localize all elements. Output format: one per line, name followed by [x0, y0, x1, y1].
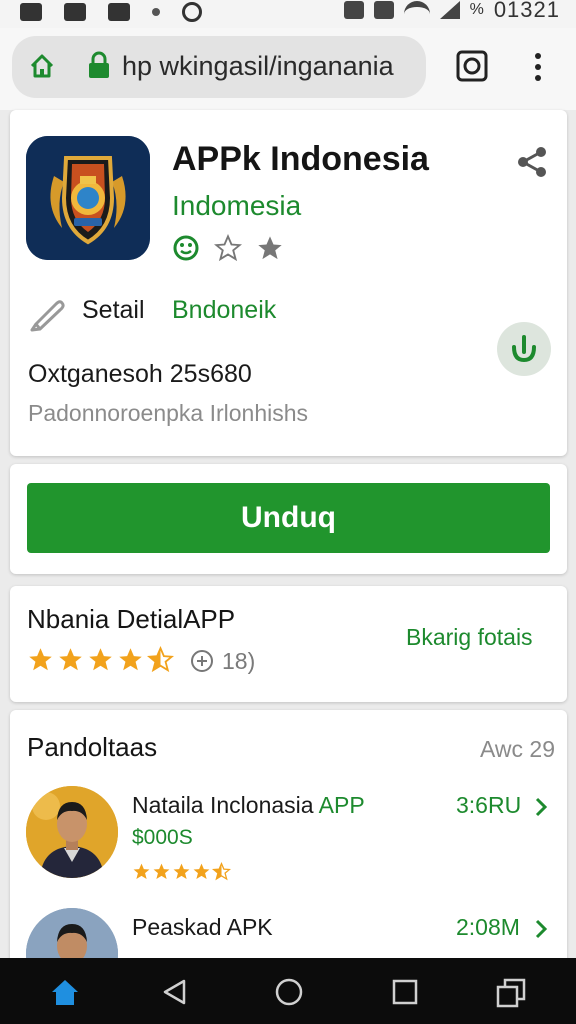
recommendations-card: Pandoltaas Awc 29 Nataila Inclonasia APP… [10, 710, 567, 1000]
avatar [26, 786, 118, 878]
star-half-icon [147, 646, 174, 673]
url-text[interactable]: hp wkingasil/inganania [122, 51, 394, 82]
download-card: Unduq [10, 464, 567, 574]
app-title: APPk Indonesia [172, 140, 429, 178]
chevron-right-icon[interactable] [533, 796, 549, 818]
list-item-size: 2:08M [456, 914, 520, 940]
url-bar[interactable]: hp wkingasil/inganania [12, 36, 426, 98]
status-time: 01321 [493, 0, 560, 22]
detail-label: Setail [82, 296, 145, 324]
list-item-name-text: Nataila Inclonasia [132, 792, 314, 818]
star-icon [153, 863, 170, 880]
notification-icon [20, 3, 42, 21]
signal-icon [439, 1, 460, 19]
detail-value[interactable]: Bndoneik [172, 296, 276, 325]
app-description: Padonnoroenpka Irlonhishs [28, 400, 309, 426]
download-badge-icon [512, 335, 536, 363]
star-icon [133, 863, 150, 880]
list-item-sub: $000S [132, 826, 193, 849]
user-count-icon [191, 650, 213, 672]
smile-icon [173, 235, 199, 261]
notification-icon [64, 3, 86, 21]
mute-icon [373, 1, 394, 19]
star-icon [173, 863, 190, 880]
switch-icon[interactable] [496, 978, 526, 1008]
list-item-size: 3:6RU [456, 792, 522, 818]
star-icon [193, 863, 210, 880]
star-grey-icon [258, 236, 282, 260]
details-rating-stars [27, 646, 174, 673]
star-icon [89, 648, 112, 671]
details-title: Nbania DetialAPP [27, 604, 236, 634]
download-button[interactable]: Unduq [27, 483, 550, 553]
status-bar: % 01321 [0, 0, 576, 28]
star-half-icon [212, 862, 231, 881]
star-icon [119, 648, 142, 671]
home-icon[interactable] [29, 53, 55, 79]
list-item-name: Nataila Inclonasia APP [132, 792, 365, 819]
camera-icon[interactable] [456, 50, 488, 82]
star-icon [29, 648, 52, 671]
app-icon [26, 136, 150, 260]
pencil-icon [30, 300, 65, 332]
status-icons-left [20, 2, 202, 22]
menu-icon[interactable] [530, 52, 546, 82]
emblem-icon [26, 136, 150, 260]
chevron-right-icon[interactable] [533, 918, 549, 940]
star-outline-icon [214, 234, 242, 262]
vibrate-icon [343, 1, 364, 19]
list-item[interactable]: Nataila Inclonasia APP $000S 3:6RU [10, 786, 567, 896]
circle-home-icon[interactable] [274, 977, 304, 1007]
home-icon[interactable] [50, 978, 80, 1006]
details-link[interactable]: Bkarig fotais [406, 624, 533, 651]
star-icon [59, 648, 82, 671]
list-item-name-accent: APP [313, 792, 365, 818]
lock-icon [89, 51, 109, 78]
wifi-icon [403, 1, 430, 19]
battery-percent: % [469, 1, 484, 18]
list-item-name: Peaskad APK [132, 914, 273, 940]
download-badge-button[interactable] [497, 322, 551, 376]
square-recents-icon[interactable] [392, 979, 418, 1005]
app-developer[interactable]: Indomesia [172, 190, 301, 222]
status-icons-right: % 01321 [343, 0, 560, 23]
dot-icon [152, 8, 160, 16]
list-more-link[interactable]: Awc 29 [480, 736, 555, 763]
app-details-card[interactable]: Nbania DetialAPP 18) Bkarig fotais [10, 586, 567, 702]
notification-icon [108, 3, 130, 21]
share-icon[interactable] [516, 146, 548, 178]
app-header-card: APPk Indonesia Indomesia Setail Bndoneik… [10, 110, 567, 456]
rating-count: 18) [222, 648, 256, 674]
rating-row [172, 234, 284, 262]
back-icon[interactable] [160, 978, 188, 1006]
sync-icon [182, 2, 202, 22]
browser-toolbar: hp wkingasil/inganania [0, 28, 576, 110]
app-size-text: Oxtganesoh 25s680 [28, 360, 252, 388]
list-title: Pandoltaas [27, 732, 158, 762]
list-item-stars [132, 862, 231, 881]
system-nav-bar [0, 958, 576, 1024]
